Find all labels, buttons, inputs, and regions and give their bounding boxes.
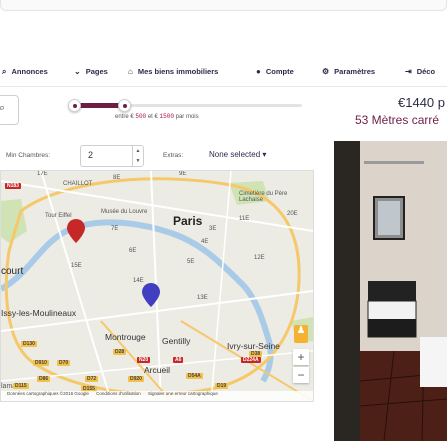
chevron-down-icon: ⌄	[74, 67, 81, 76]
map-label-issy: Issy-les-Moulineaux	[1, 308, 77, 318]
map-label-arr-6: 6E	[129, 248, 137, 254]
zoom-in-button[interactable]: +	[293, 349, 309, 365]
min-rooms-input[interactable]: 2 ▲ ▼	[80, 145, 144, 167]
map-label-chaillot: CHAILLOT	[63, 181, 93, 187]
road-badge: D920	[128, 376, 144, 382]
min-rooms-label: Min Chambres:	[6, 152, 51, 159]
extras-label: Extras:	[163, 152, 184, 159]
listing-price: €1440 p	[398, 95, 445, 110]
gears-icon: ⚙	[322, 67, 330, 76]
road-badge: D19	[215, 383, 229, 389]
map-terms-link[interactable]: Conditions d'utilisation	[96, 391, 141, 396]
map-label-ivry: Ivry-sur-Seine	[227, 341, 280, 351]
map-label-louvre: Musée du Louvre	[101, 209, 148, 215]
map-label-pere-lachaise: Cimetière du Père Lachaise	[239, 191, 288, 203]
map-label-arr-13: 13E	[197, 295, 208, 301]
listing-photo-image	[334, 141, 447, 441]
map-label-montrouge: Montrouge	[105, 332, 146, 342]
map-report-link[interactable]: Signaler une erreur cartographique	[148, 391, 218, 396]
min-rooms-stepper[interactable]: ▲ ▼	[132, 146, 143, 166]
road-badge: D70	[57, 360, 71, 366]
search-icon: ⌕	[2, 67, 7, 76]
road-badge: D28	[113, 349, 127, 355]
top-bar-panel	[0, 0, 447, 11]
nav-compte-label: Compte	[265, 67, 294, 76]
road-badge: D130	[21, 341, 37, 347]
road-badge: D54A	[186, 373, 203, 379]
listing-surface: 53 Mètres carré	[355, 113, 440, 127]
map-label-arr-5: 5E	[187, 259, 195, 265]
road-badge: D224A	[241, 357, 261, 363]
map-label-arr-15: 15E	[71, 263, 82, 269]
top-bar	[0, 0, 447, 12]
price-slider-max-handle[interactable]	[118, 99, 131, 112]
price-range-mid: et €	[147, 114, 158, 120]
nav-pages-label: Pages	[85, 67, 108, 76]
nav-pages[interactable]: ⌄ Pages	[74, 67, 108, 76]
road-badge: D72	[85, 376, 99, 382]
listing-photo[interactable]	[334, 141, 447, 441]
road-badge: N183	[5, 183, 21, 189]
price-range-text: entre € 500 et € 1500 par mois	[115, 113, 199, 120]
stepper-up-icon[interactable]: ▲	[133, 146, 143, 156]
nav-mes-biens[interactable]: ⌂ Mes biens immobiliers	[128, 67, 218, 76]
nav-deconnexion-label: Déco	[416, 67, 436, 76]
map[interactable]: Paris Musée du Louvre Tour Eiffel Cimeti…	[0, 170, 314, 402]
map-label-gentilly: Gentilly	[162, 336, 191, 346]
nav-parametres-label: Paramètres	[334, 67, 376, 76]
map-label-arr-14: 14E	[133, 278, 144, 284]
min-rooms-value: 2	[88, 150, 94, 160]
map-label-paris: Paris	[173, 214, 203, 228]
nav-parametres[interactable]: ⚙ Paramètres	[322, 67, 375, 76]
price-range-suffix: par mois	[175, 114, 199, 120]
price-min-value: 500	[135, 113, 147, 120]
zoom-out-button[interactable]: −	[293, 367, 309, 383]
road-badge: A6	[173, 357, 184, 363]
road-badge: D910	[33, 360, 49, 366]
price-max-value: 1500	[159, 113, 174, 120]
map-label-arr-3: 3E	[209, 226, 217, 232]
nav-annonces[interactable]: ⌕ Annonces	[2, 67, 48, 77]
price-range-prefix: entre €	[115, 114, 134, 120]
logout-icon: ⇥	[405, 67, 412, 76]
extras-select[interactable]: None selected ▾	[209, 150, 266, 159]
home-icon: ⌂	[128, 67, 133, 76]
map-label-arr-9: 9E	[179, 171, 187, 177]
map-label-arr-4: 4E	[201, 239, 209, 245]
map-label-court: court	[1, 266, 24, 277]
map-label-arcueil: Arcueil	[144, 365, 170, 375]
stepper-down-icon[interactable]: ▼	[133, 156, 143, 166]
street-view-pegman-icon[interactable]: ♟	[294, 325, 308, 343]
nav-compte[interactable]: ● Compte	[256, 67, 294, 76]
nav-deconnexion[interactable]: ⇥ Déco	[405, 67, 435, 76]
road-badge: D86	[37, 376, 51, 382]
map-label-arr-17: 17E	[37, 171, 48, 177]
map-label-arr-7: 7E	[111, 226, 119, 232]
road-badge: N20	[137, 357, 151, 363]
user-icon: ●	[256, 67, 261, 76]
map-copyright: Données cartographiques ©2016 Google	[7, 391, 89, 396]
road-badge: D115	[13, 383, 29, 389]
map-label-arr-20: 20E	[287, 211, 298, 217]
map-label-arr-8: 8E	[113, 175, 121, 181]
map-label-arr-11: 11E	[239, 216, 250, 222]
search-input[interactable]: ⌕	[0, 95, 19, 125]
map-label-eiffel: Tour Eiffel	[45, 213, 72, 219]
search-icon: ⌕	[0, 102, 6, 114]
price-slider-min-handle[interactable]	[68, 99, 81, 112]
map-label-arr-12: 12E	[254, 255, 265, 261]
main-nav: ⌕ Annonces ⌄ Pages ⌂ Mes biens immobiliers …	[0, 60, 447, 87]
map-attribution: Données cartographiques ©2016 Google Con…	[1, 391, 313, 401]
nav-annonces-label: Annonces	[11, 67, 48, 76]
nav-mes-biens-label: Mes biens immobiliers	[137, 67, 219, 76]
